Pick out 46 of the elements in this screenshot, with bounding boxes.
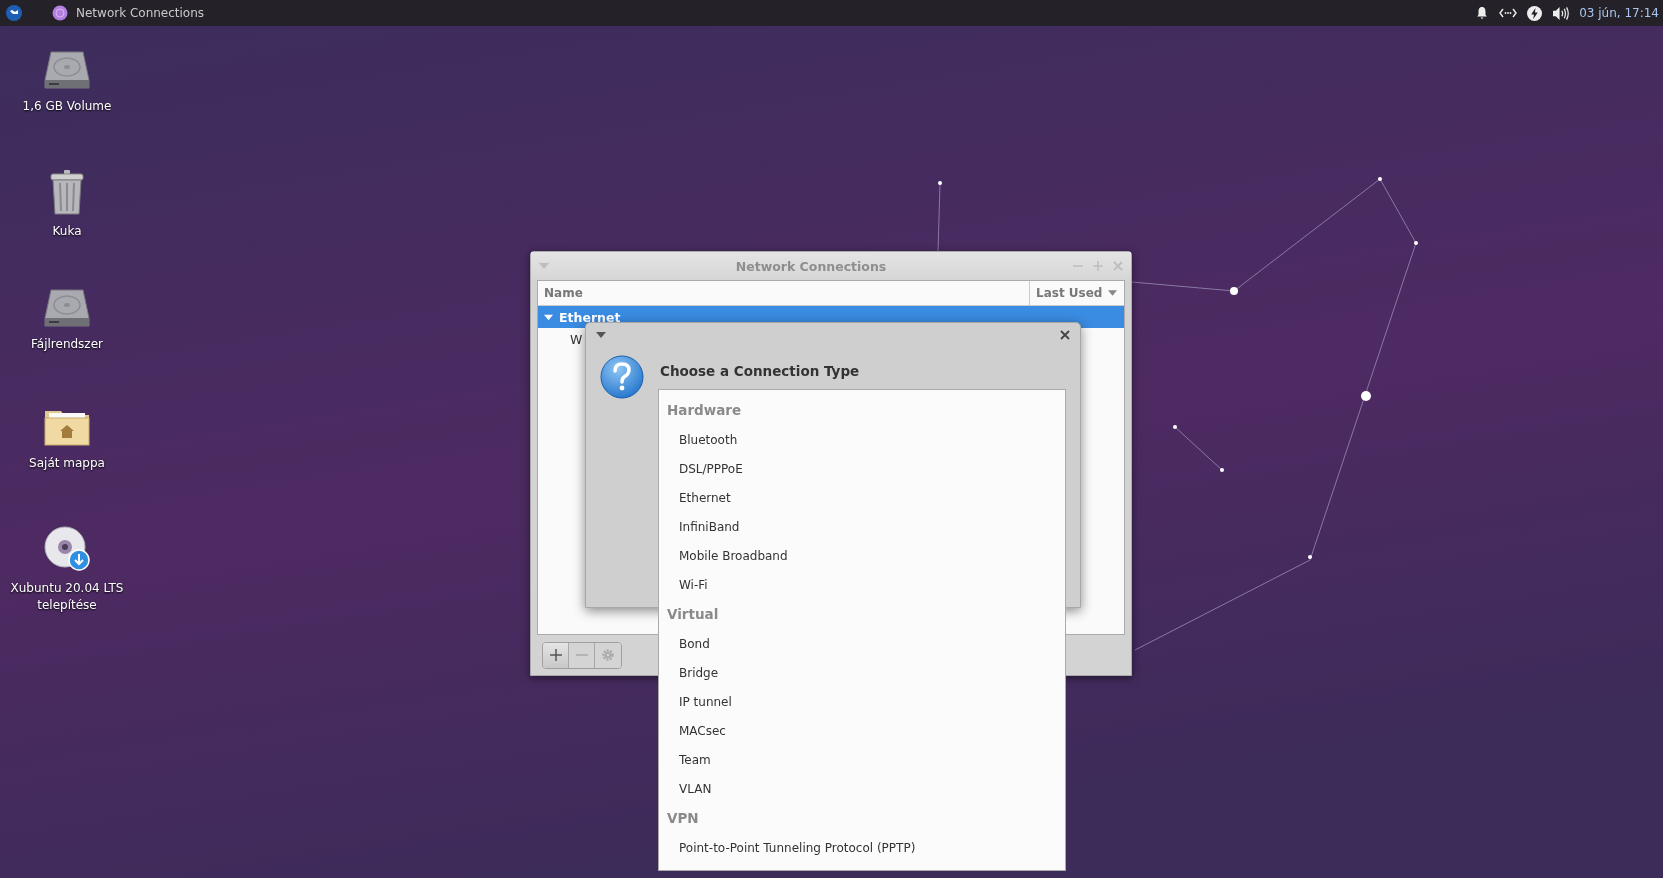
add-button[interactable] (543, 642, 569, 668)
list-item[interactable]: InfiniBand (659, 512, 740, 541)
dialog-title: Choose a Connection Type (660, 363, 860, 379)
list-item[interactable]: IP tunnel (659, 687, 732, 716)
list-item[interactable]: Wi-Fi (659, 570, 708, 599)
globe-icon[interactable] (52, 5, 68, 21)
window-title: Network Connections (734, 258, 888, 274)
desktop-icon-label[interactable]: Xubuntu 20.04 LTS telepítése (6, 580, 128, 614)
list-item[interactable]: MACsec (659, 716, 726, 745)
list-item[interactable]: Bluetooth (659, 425, 738, 454)
question-icon (600, 355, 644, 399)
list-item[interactable]: Point-to-Point Tunneling Protocol (PPTP) (659, 833, 916, 862)
mouse-logo-icon[interactable] (6, 5, 22, 21)
group-heading: Hardware (666, 401, 742, 420)
list-item[interactable]: Bridge (659, 658, 719, 687)
clock[interactable]: 03 jún, 17:14 (1579, 6, 1659, 20)
hard-drive-icon[interactable] (43, 50, 91, 90)
hard-drive-icon[interactable] (43, 288, 91, 328)
desktop-icon-label[interactable]: 1,6 GB Volume (22, 98, 112, 115)
list-item[interactable]: Team (659, 745, 711, 774)
list-item[interactable]: Mobile Broadband (659, 541, 788, 570)
desktop-icon-label[interactable]: Fájlrendszer (31, 336, 103, 353)
window-menu-icon[interactable] (596, 332, 606, 338)
close-icon[interactable] (1060, 330, 1070, 340)
network-arrows-icon[interactable] (1499, 8, 1518, 18)
group-heading: VPN (666, 809, 699, 828)
list-item[interactable]: VLAN (659, 774, 712, 803)
bell-icon[interactable] (1475, 6, 1490, 20)
tree-row[interactable]: W (570, 328, 583, 350)
trash-can-icon[interactable] (49, 169, 85, 215)
plus-icon (549, 649, 562, 661)
gear-icon (601, 648, 615, 662)
expanded-triangle-icon[interactable] (544, 312, 553, 322)
column-header[interactable]: Last Used (1029, 281, 1124, 305)
disc-icon[interactable] (43, 526, 91, 572)
list-item[interactable]: DSL/PPPoE (659, 454, 743, 483)
sort-caret-icon (1108, 290, 1118, 296)
app-title: Network Connections (76, 6, 205, 20)
column-header[interactable]: Name (538, 281, 1029, 305)
list-item[interactable]: Ethernet (659, 483, 731, 512)
desktop-icon-label[interactable]: Kuka (52, 223, 82, 240)
list-item[interactable]: Bond (659, 629, 710, 658)
desktop-icon-label[interactable]: Saját mappa (29, 455, 105, 472)
speaker-icon[interactable] (1552, 5, 1570, 21)
group-heading: Virtual (666, 605, 719, 624)
power-bolt-icon[interactable] (1527, 5, 1543, 21)
